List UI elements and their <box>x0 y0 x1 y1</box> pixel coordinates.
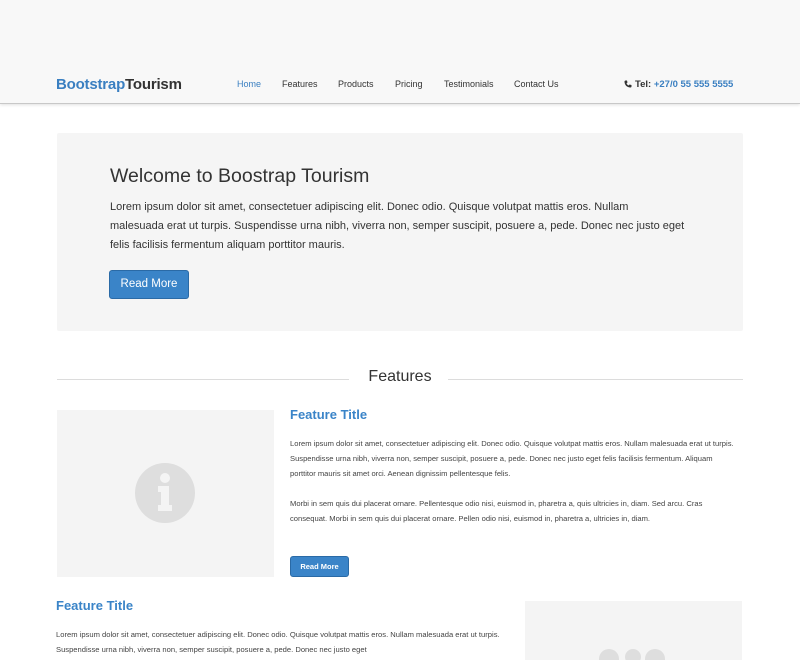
read-more-button[interactable]: Read More <box>109 270 189 299</box>
feature-text-2: Morbi in sem quis dui placerat ornare. P… <box>290 499 703 523</box>
nav-home[interactable]: Home <box>237 79 261 89</box>
phone-label: Tel: <box>635 79 652 90</box>
feature-image-placeholder <box>57 410 274 577</box>
navbar: BootstrapTourism Home Features Products … <box>0 0 800 104</box>
hero-text: Lorem ipsum dolor sit amet, consectetuer… <box>110 201 685 251</box>
feature-image-placeholder-2 <box>525 601 742 660</box>
feature-title: Feature Title <box>290 407 368 422</box>
nav-products[interactable]: Products <box>338 79 374 89</box>
users-icon <box>599 649 665 660</box>
features-heading: Features <box>368 368 432 385</box>
feature-title-2: Feature Title <box>56 598 134 613</box>
nav-testimonials[interactable]: Testimonials <box>444 79 494 89</box>
hero-title: Welcome to Boostrap Tourism <box>110 165 370 187</box>
phone-number[interactable]: +27/0 55 555 5555 <box>654 79 734 90</box>
feature-text-3: Lorem ipsum dolor sit amet, consectetuer… <box>56 630 500 654</box>
feature-text: Lorem ipsum dolor sit amet, consectetuer… <box>290 439 734 478</box>
feature-read-more-button[interactable]: Read More <box>290 556 349 577</box>
nav-features[interactable]: Features <box>282 79 318 89</box>
phone-contact: Tel: +27/0 55 555 5555 <box>624 79 733 90</box>
nav-pricing[interactable]: Pricing <box>395 79 423 89</box>
info-icon <box>135 463 195 523</box>
phone-icon <box>624 80 632 88</box>
hero-panel: Welcome to Boostrap Tourism Lorem ipsum … <box>57 133 743 331</box>
nav-contact-us[interactable]: Contact Us <box>514 79 559 89</box>
divider-right <box>448 379 743 380</box>
